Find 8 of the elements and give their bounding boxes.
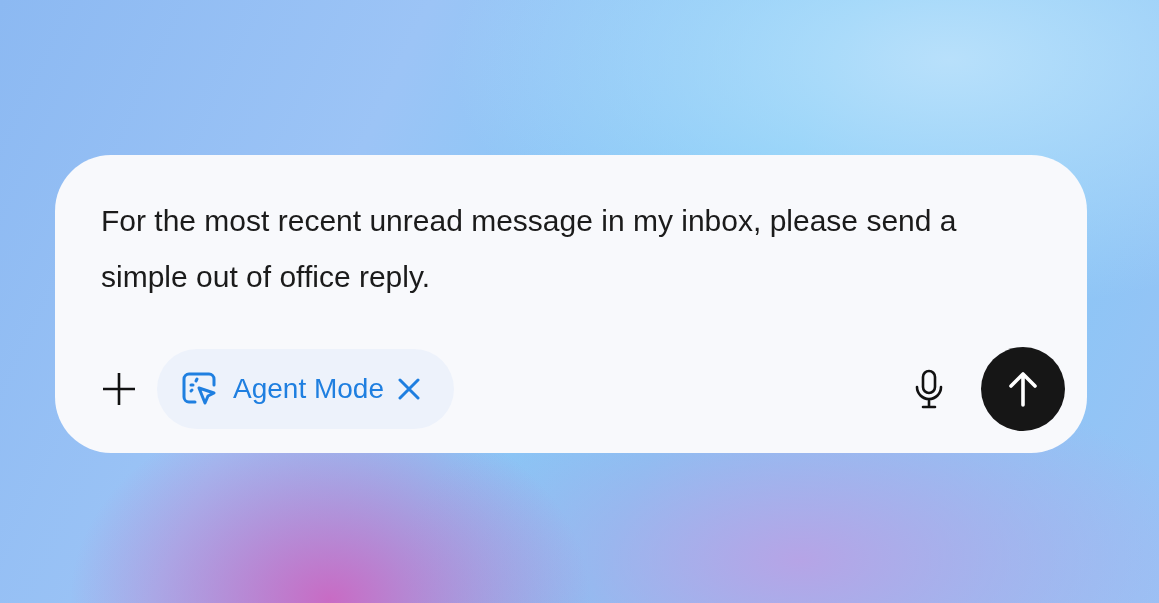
microphone-icon: [913, 369, 945, 409]
mode-chip[interactable]: Agent Mode: [157, 349, 454, 429]
close-icon[interactable]: [398, 378, 420, 400]
message-input[interactable]: For the most recent unread message in my inbox, please send a simple out of office reply.: [101, 193, 1021, 305]
arrow-up-icon: [1007, 371, 1039, 407]
add-button[interactable]: [101, 371, 137, 407]
plus-icon: [101, 371, 137, 407]
microphone-button[interactable]: [913, 369, 945, 409]
